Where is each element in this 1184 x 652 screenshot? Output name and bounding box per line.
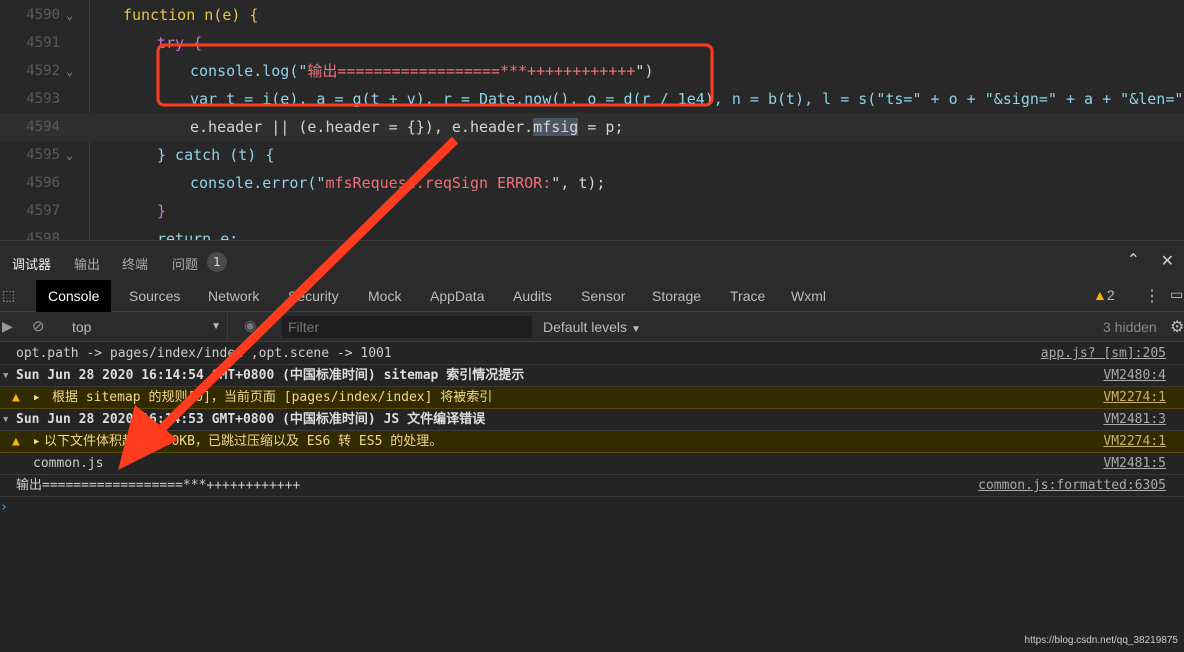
- annotation-arrowhead: [118, 405, 178, 470]
- annotation-overlay: [118, 43, 714, 470]
- watermark: https://blog.csdn.net/qq_38219875: [1024, 635, 1178, 646]
- annotation-box: [156, 43, 714, 107]
- annotation-arrow: [146, 136, 459, 444]
